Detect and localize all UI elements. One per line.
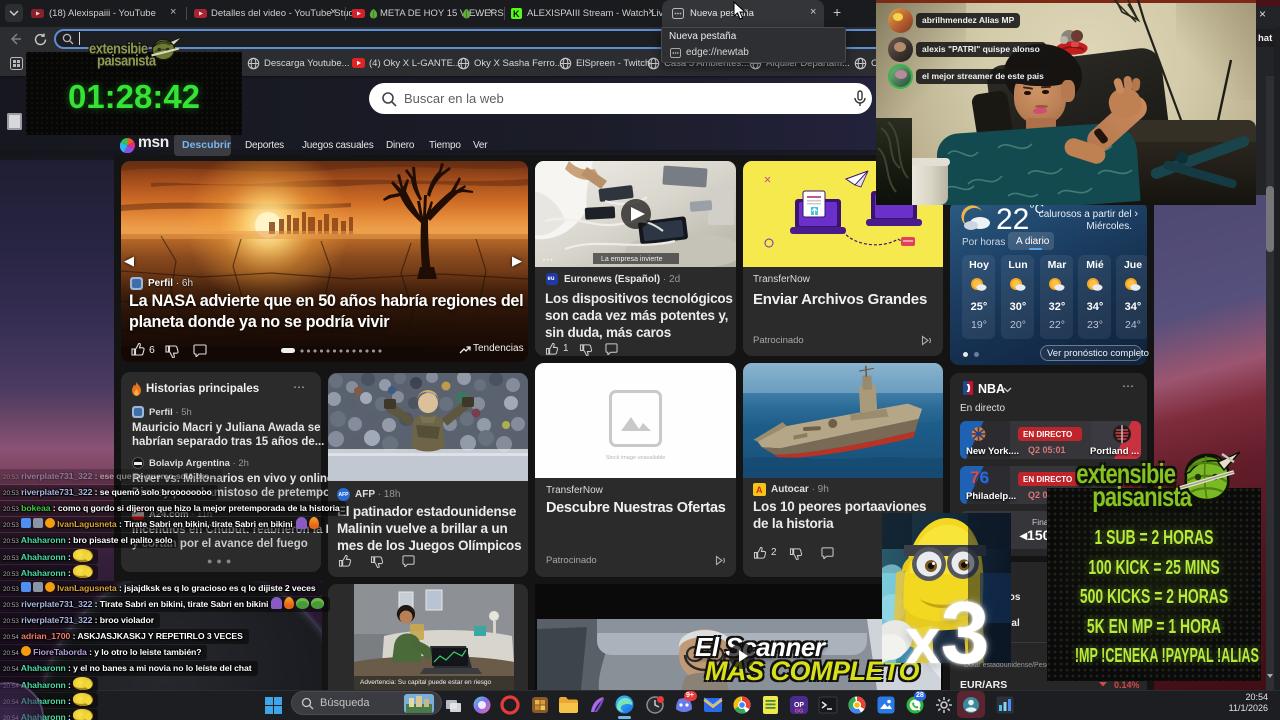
svg-text:La empresa invierte: La empresa invierte xyxy=(601,256,663,263)
svg-text:GG: GG xyxy=(795,709,804,715)
svg-text:• • •: • • • xyxy=(543,258,553,264)
